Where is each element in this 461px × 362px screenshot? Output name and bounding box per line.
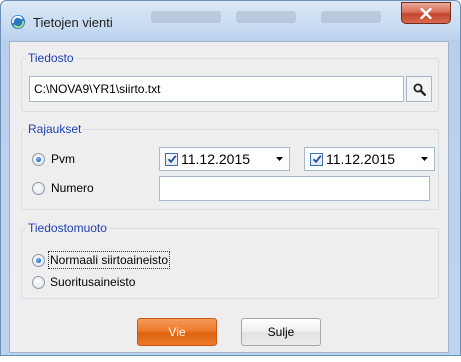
file-group-legend: Tiedosto	[26, 51, 76, 65]
checkmark-icon	[312, 155, 322, 164]
format-payments-radio[interactable]	[32, 276, 45, 289]
format-normal-radio[interactable]	[32, 254, 45, 267]
blurred-background	[151, 11, 221, 23]
export-dialog-window: Tietojen vienti Tiedosto C:\NOVA9\YR1\si…	[0, 0, 461, 356]
date-from-picker[interactable]: 11.12.2015	[159, 147, 290, 171]
date-to-checkbox[interactable]	[310, 152, 323, 166]
file-format-group-legend: Tiedostomuoto	[26, 221, 109, 235]
date-filter-radio[interactable]	[32, 153, 45, 166]
date-from-checkbox[interactable]	[165, 152, 178, 166]
date-from-value: 11.12.2015	[181, 151, 251, 167]
checkmark-icon	[167, 155, 177, 164]
date-to-value: 11.12.2015	[326, 151, 396, 167]
format-normal-label: Normaali siirtoaineisto	[47, 251, 171, 269]
close-button[interactable]: Sulje	[241, 318, 321, 346]
file-group: Tiedosto C:\NOVA9\YR1\siirto.txt	[21, 51, 439, 112]
title-bar[interactable]: Tietojen vienti	[1, 1, 460, 41]
date-to-picker[interactable]: 11.12.2015	[304, 147, 435, 171]
filter-group: Rajaukset Pvm 11.12.2015 11.12.2015 Nume…	[21, 122, 439, 210]
chevron-down-icon[interactable]	[420, 154, 429, 163]
search-icon	[413, 83, 426, 96]
number-filter-label: Numero	[51, 181, 94, 195]
number-filter-radio[interactable]	[32, 182, 45, 195]
window-title: Tietojen vienti	[33, 15, 113, 30]
file-path-input[interactable]: C:\NOVA9\YR1\siirto.txt	[29, 76, 404, 102]
app-icon	[11, 15, 25, 29]
number-filter-input[interactable]	[159, 176, 430, 201]
blurred-background	[236, 11, 296, 23]
close-window-button[interactable]	[401, 2, 451, 24]
blurred-background	[321, 11, 381, 23]
format-payments-label: Suoritusaineisto	[50, 275, 136, 289]
browse-file-button[interactable]	[406, 76, 432, 102]
date-filter-label: Pvm	[51, 152, 75, 166]
filter-group-legend: Rajaukset	[26, 122, 84, 136]
close-icon	[420, 7, 432, 19]
export-button[interactable]: Vie	[137, 318, 217, 346]
dialog-content: Tiedosto C:\NOVA9\YR1\siirto.txt Rajauks…	[9, 41, 449, 353]
file-format-group: Tiedostomuoto Normaali siirtoaineisto Su…	[21, 221, 439, 299]
chevron-down-icon[interactable]	[275, 154, 284, 163]
